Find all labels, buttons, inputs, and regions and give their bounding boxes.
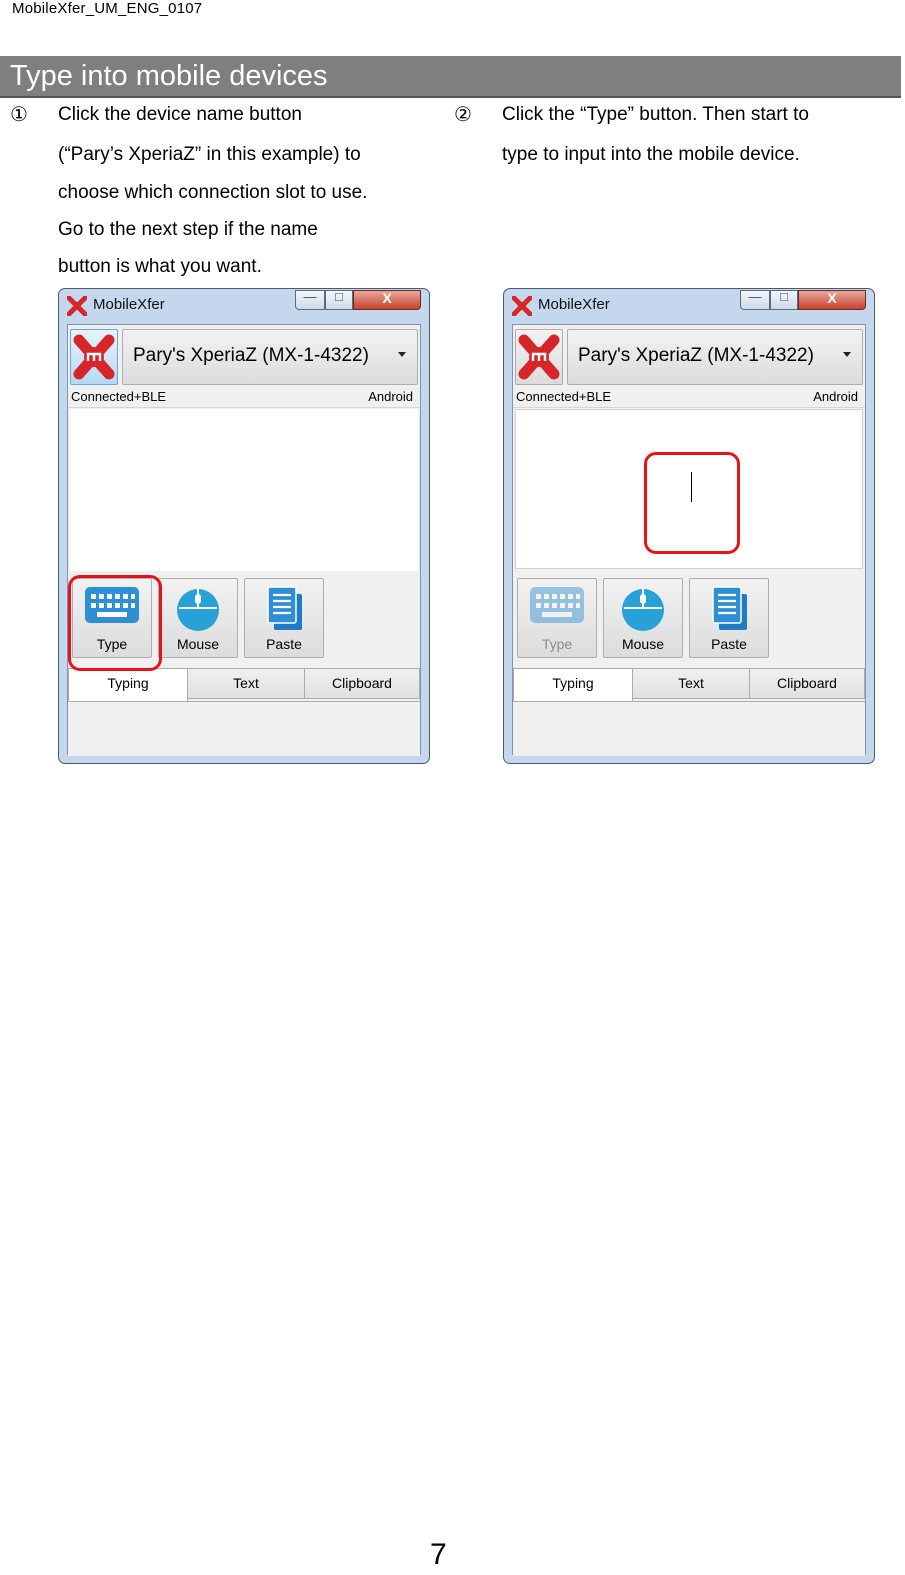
mouse-button-label: Mouse bbox=[176, 636, 220, 652]
keyboard-icon bbox=[530, 587, 584, 623]
title-bar: MobileXfer — □ X bbox=[504, 289, 874, 321]
close-icon: X bbox=[827, 290, 837, 306]
tab-text[interactable]: Text bbox=[187, 668, 305, 699]
window-title: MobileXfer bbox=[538, 296, 610, 313]
minimize-icon: — bbox=[748, 289, 762, 304]
maximize-button[interactable]: □ bbox=[325, 289, 353, 310]
tab-typing[interactable]: Typing bbox=[68, 668, 188, 702]
divider bbox=[68, 407, 420, 408]
mouse-button[interactable]: Mouse bbox=[603, 578, 683, 658]
step-number: ② bbox=[454, 104, 472, 126]
window-title: MobileXfer bbox=[93, 296, 165, 313]
tab-clipboard[interactable]: Clipboard bbox=[749, 668, 865, 699]
tab-strip: Typing Text Clipboard bbox=[68, 668, 420, 702]
step-text: Click the “Type” button. Then start to t… bbox=[502, 100, 809, 170]
mobilexfer-logo-icon bbox=[518, 334, 560, 380]
maximize-icon: □ bbox=[780, 289, 788, 304]
step-line: Go to the next step if the name bbox=[58, 219, 318, 240]
minimize-button[interactable]: — bbox=[295, 289, 325, 310]
step-1: ① Click the device name button (“Pary’s … bbox=[10, 100, 440, 277]
mobilexfer-logo-icon bbox=[73, 334, 115, 380]
close-button[interactable]: X bbox=[798, 290, 866, 310]
dropdown-arrow-icon bbox=[843, 352, 851, 357]
maximize-icon: □ bbox=[335, 289, 343, 304]
document-icon bbox=[267, 586, 302, 630]
step-line: choose which connection slot to use. bbox=[58, 182, 368, 203]
type-button[interactable]: Type bbox=[517, 578, 597, 658]
mobilexfer-window: MobileXfer — □ X Pary's XperiaZ (MX-1-43… bbox=[58, 288, 430, 764]
step-line: (“Pary’s XperiaZ” in this example) to bbox=[58, 144, 361, 165]
window-client: Pary's XperiaZ (MX-1-4322) Connected+BLE… bbox=[67, 324, 421, 756]
step-text: Click the device name button (“Pary’s Xp… bbox=[58, 100, 367, 282]
mobilexfer-window: MobileXfer — □ X Pary's XperiaZ (MX-1-43… bbox=[503, 288, 875, 764]
device-name-button[interactable]: Pary's XperiaZ (MX-1-4322) bbox=[122, 329, 418, 385]
tab-content bbox=[68, 701, 420, 756]
title-bar: MobileXfer — □ X bbox=[59, 289, 429, 321]
mobilexfer-logo-icon bbox=[67, 296, 87, 316]
device-name: Pary's XperiaZ (MX-1-4322) bbox=[133, 345, 369, 366]
tab-clipboard[interactable]: Clipboard bbox=[304, 668, 420, 699]
cursor-highlight bbox=[644, 452, 740, 554]
mobilexfer-logo-icon bbox=[512, 296, 532, 316]
step-line: type to input into the mobile device. bbox=[502, 144, 800, 165]
close-icon: X bbox=[382, 290, 392, 306]
section-bar: Type into mobile devices bbox=[0, 56, 901, 98]
paste-button-label: Paste bbox=[711, 636, 747, 652]
mouse-button-label: Mouse bbox=[621, 636, 665, 652]
logo-button[interactable] bbox=[70, 329, 118, 385]
step-2: ② Click the “Type” button. Then start to… bbox=[454, 100, 894, 180]
close-button[interactable]: X bbox=[353, 290, 421, 310]
logo-button[interactable] bbox=[515, 329, 563, 385]
mouse-icon bbox=[622, 589, 664, 631]
connection-status: Connected+BLE bbox=[71, 389, 167, 404]
tab-content bbox=[513, 701, 865, 756]
type-button-highlight bbox=[68, 575, 162, 671]
document-header: MobileXfer_UM_ENG_0107 bbox=[12, 0, 203, 17]
type-button-label: Type bbox=[541, 636, 573, 652]
connection-status: Connected+BLE bbox=[516, 389, 612, 404]
platform-label: Android bbox=[368, 389, 413, 404]
page-number: 7 bbox=[430, 1538, 447, 1571]
tab-strip: Typing Text Clipboard bbox=[513, 668, 865, 702]
dropdown-arrow-icon bbox=[398, 352, 406, 357]
input-area[interactable] bbox=[70, 409, 418, 571]
minimize-icon: — bbox=[303, 289, 317, 304]
platform-label: Android bbox=[813, 389, 858, 404]
device-name: Pary's XperiaZ (MX-1-4322) bbox=[578, 345, 814, 366]
paste-button[interactable]: Paste bbox=[244, 578, 324, 658]
tab-typing[interactable]: Typing bbox=[513, 668, 633, 702]
document-icon bbox=[712, 586, 747, 630]
mouse-button[interactable]: Mouse bbox=[158, 578, 238, 658]
step-number: ① bbox=[10, 104, 28, 126]
step-line: button is what you want. bbox=[58, 256, 262, 277]
divider bbox=[513, 407, 865, 408]
minimize-button[interactable]: — bbox=[740, 289, 770, 310]
section-title: Type into mobile devices bbox=[10, 60, 328, 92]
tab-text[interactable]: Text bbox=[632, 668, 750, 699]
step-line: Click the device name button bbox=[58, 104, 302, 125]
mouse-icon bbox=[177, 589, 219, 631]
device-name-button[interactable]: Pary's XperiaZ (MX-1-4322) bbox=[567, 329, 863, 385]
maximize-button[interactable]: □ bbox=[770, 289, 798, 310]
step-line: Click the “Type” button. Then start to bbox=[502, 104, 809, 125]
paste-button[interactable]: Paste bbox=[689, 578, 769, 658]
paste-button-label: Paste bbox=[266, 636, 302, 652]
